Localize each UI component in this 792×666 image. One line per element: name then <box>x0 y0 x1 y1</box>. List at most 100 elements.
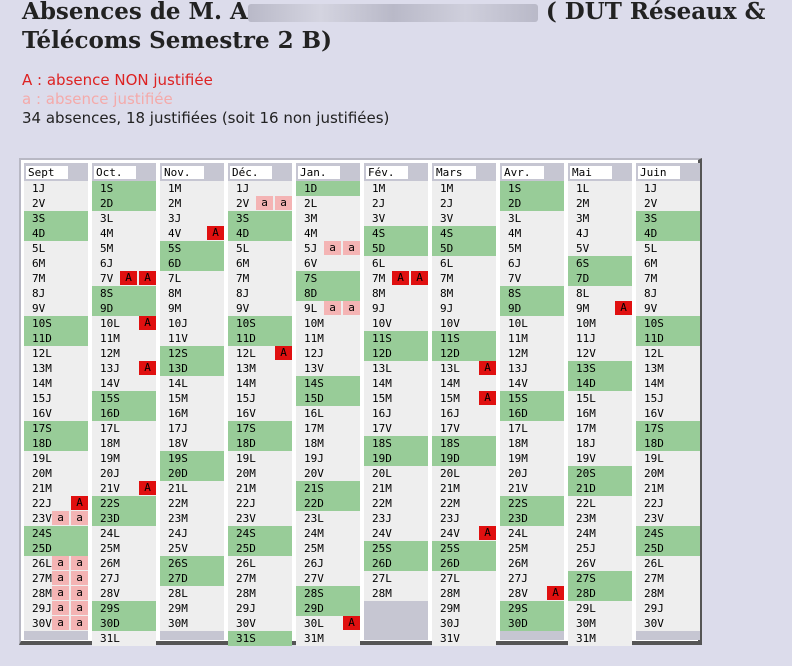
day-cell: 8J <box>228 286 292 301</box>
day-label: 23M <box>576 512 596 525</box>
day-cell: 25J <box>568 541 632 556</box>
day-cell: 12D <box>364 346 428 361</box>
day-label: 5J <box>304 242 318 255</box>
day-cell: 2L <box>296 196 360 211</box>
day-label: 8S <box>508 287 522 300</box>
day-label: 2J <box>440 197 454 210</box>
day-cell: 15S <box>500 391 564 406</box>
day-label: 30J <box>440 617 460 630</box>
unjustified-absence-mark: A <box>615 301 632 315</box>
justified-absence-mark: a <box>71 616 88 630</box>
day-cell: 13D <box>160 361 224 376</box>
day-label: 19D <box>440 452 460 465</box>
absence-marks: A <box>273 346 292 361</box>
day-label: 25D <box>236 542 256 555</box>
day-cell: 6J <box>92 256 156 271</box>
day-label: 5V <box>576 242 590 255</box>
day-label: 27S <box>576 572 596 585</box>
day-cell: 27J <box>500 571 564 586</box>
day-cell: 12S <box>160 346 224 361</box>
day-label: 17M <box>576 422 596 435</box>
day-label: 12D <box>372 347 392 360</box>
month-column: Juin 1J 2V 3S 4D 5L 6M 7M 8J 9V 10S 11D 12L 13M 14M 15J… <box>636 163 700 640</box>
day-cell: 1J <box>636 181 700 196</box>
day-cell: 11J <box>568 331 632 346</box>
justified-absence-mark: a <box>71 511 88 525</box>
justified-absence-mark: a <box>275 196 292 210</box>
day-label: 27V <box>304 572 324 585</box>
day-label: 10M <box>304 317 324 330</box>
day-cell: 10M <box>296 316 360 331</box>
day-cell: 5L <box>24 241 88 256</box>
day-cell: 7M <box>24 271 88 286</box>
day-label: 28M <box>236 587 256 600</box>
day-cell: 12D <box>432 346 496 361</box>
day-label: 20V <box>304 467 324 480</box>
day-cell: 18J <box>568 436 632 451</box>
day-cell: 20V <box>296 466 360 481</box>
day-cell: 31S <box>228 631 292 646</box>
day-cell: 9D <box>500 301 564 316</box>
day-label: 15M <box>372 392 392 405</box>
unjustified-absence-mark: A <box>120 271 137 285</box>
day-label: 1J <box>236 182 250 195</box>
day-cell: 24V A <box>432 526 496 541</box>
day-label: 23M <box>168 512 188 525</box>
day-label: 16M <box>168 407 188 420</box>
day-cell: 6D <box>160 256 224 271</box>
day-cell: 16J <box>432 406 496 421</box>
day-label: 31S <box>236 632 256 645</box>
day-label: 8L <box>576 287 590 300</box>
day-label: 30V <box>236 617 256 630</box>
day-cell: 25D <box>24 541 88 556</box>
day-label: 14M <box>32 377 52 390</box>
justified-absence-mark: a <box>52 586 69 600</box>
day-cell: 30L A <box>296 616 360 631</box>
day-cell: 20M <box>636 466 700 481</box>
day-label: 22S <box>100 497 120 510</box>
day-label: 11M <box>304 332 324 345</box>
day-label: 22M <box>168 497 188 510</box>
day-cell: 15J <box>228 391 292 406</box>
day-label: 2M <box>576 197 590 210</box>
day-cell: 19V <box>568 451 632 466</box>
legend-unjustified: A : absence NON justifiée <box>22 71 213 89</box>
day-label: 29D <box>304 602 324 615</box>
day-label: 11D <box>236 332 256 345</box>
day-label: 1J <box>32 182 46 195</box>
day-label: 29S <box>100 602 120 615</box>
unjustified-absence-mark: A <box>71 496 88 510</box>
day-label: 6V <box>304 257 318 270</box>
day-label: 9J <box>372 302 386 315</box>
day-list: 1M 2M 3J 4V A 5S 6D 7L 8M 9M 10J 11V 12S 13D 14L 15M 16M… <box>160 181 224 631</box>
absence-marks: A <box>69 496 88 511</box>
day-cell: 9D <box>92 301 156 316</box>
day-label: 21M <box>32 482 52 495</box>
day-cell: 24S <box>228 526 292 541</box>
absence-marks: aa <box>50 616 88 631</box>
day-cell: 8M <box>160 286 224 301</box>
day-label: 6L <box>440 257 454 270</box>
day-label: 1S <box>100 182 114 195</box>
month-label: Avr. <box>502 166 544 179</box>
day-cell: 24V <box>364 526 428 541</box>
absence-marks: AA <box>390 271 428 286</box>
day-label: 28M <box>440 587 460 600</box>
day-label: 4S <box>372 227 386 240</box>
month-label: Mars <box>434 166 476 179</box>
day-cell: 22S <box>92 496 156 511</box>
day-label: 29J <box>236 602 256 615</box>
day-cell: 17L <box>500 421 564 436</box>
day-label: 13M <box>236 362 256 375</box>
day-label: 21L <box>168 482 188 495</box>
day-label: 25S <box>372 542 392 555</box>
day-cell: 19L <box>228 451 292 466</box>
day-label: 4D <box>236 227 250 240</box>
day-cell: 6L <box>364 256 428 271</box>
day-label: 28D <box>576 587 596 600</box>
day-cell: 24M <box>568 526 632 541</box>
day-label: 20M <box>644 467 664 480</box>
day-label: 23L <box>304 512 324 525</box>
day-label: 5D <box>372 242 386 255</box>
day-label: 2M <box>168 197 182 210</box>
